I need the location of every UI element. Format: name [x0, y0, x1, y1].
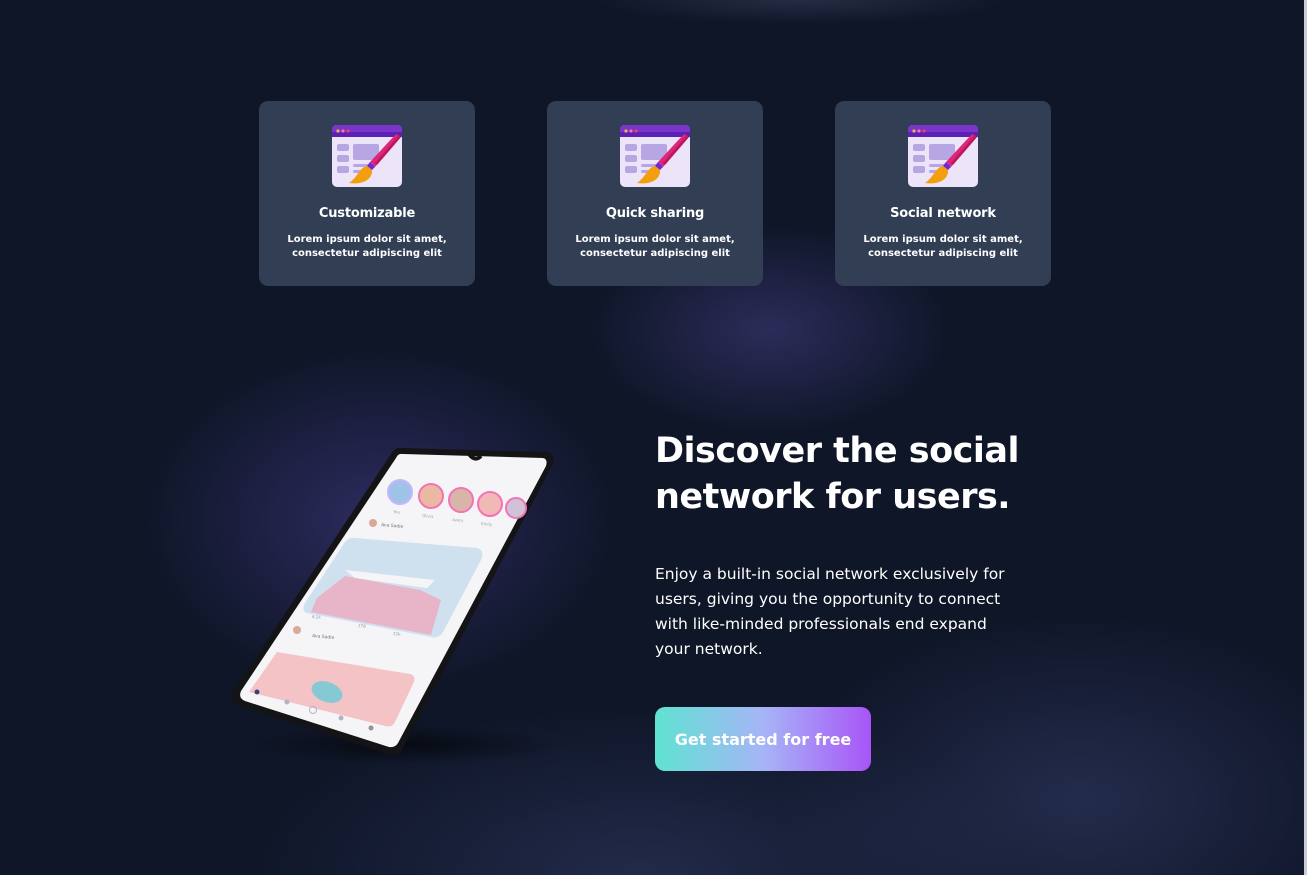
story-label: Emily — [481, 521, 493, 527]
post-comments: 278 — [358, 623, 366, 629]
hero-title: Discover the social network for users. — [655, 431, 1019, 517]
story-label: You — [392, 509, 401, 515]
feature-description: Lorem ipsum dolor sit amet, consectetur … — [287, 234, 447, 259]
feature-card-social-network: Social network Lorem ipsum dolor sit ame… — [835, 101, 1051, 286]
browser-paintbrush-icon — [332, 125, 402, 187]
post-shares: 22k — [393, 631, 401, 637]
feature-title: Quick sharing — [605, 206, 705, 221]
feature-title: Customizable — [318, 206, 416, 221]
feature-card-quick-sharing: Quick sharing Lorem ipsum dolor sit amet… — [547, 101, 763, 286]
story-label: Olivia — [422, 513, 434, 519]
feature-card-customizable: Customizable Lorem ipsum dolor sit amet,… — [259, 101, 475, 286]
post-likes: 6.2k — [312, 614, 322, 620]
phone-mockup: You Olivia Avery Emily Ava Sadie 6.2k 27… — [205, 430, 585, 780]
get-started-button[interactable]: Get started for free — [655, 707, 871, 771]
feature-description: Lorem ipsum dolor sit amet, consectetur … — [575, 234, 735, 259]
feature-description: Lorem ipsum dolor sit amet, consectetur … — [863, 234, 1023, 259]
browser-paintbrush-icon — [620, 125, 690, 187]
hero-description: Enjoy a built-in social network exclusiv… — [655, 565, 1005, 658]
story-label: Avery — [452, 517, 464, 523]
browser-paintbrush-icon — [908, 125, 978, 187]
feature-title: Social network — [890, 206, 996, 221]
